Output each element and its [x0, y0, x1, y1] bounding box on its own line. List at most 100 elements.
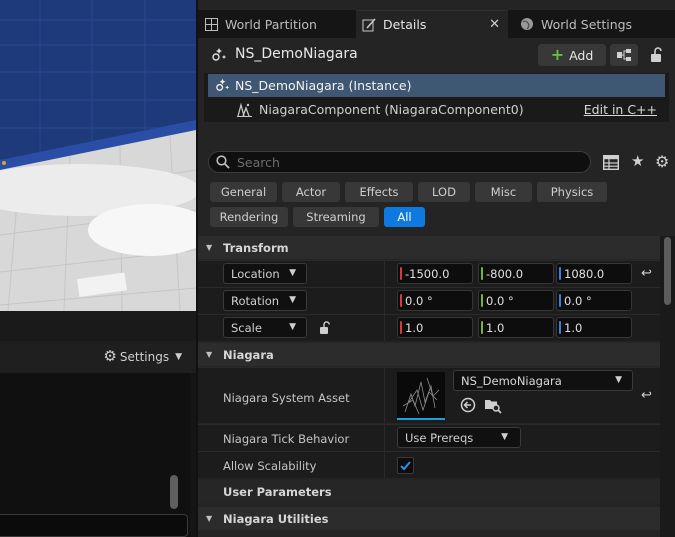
rotation-z-field[interactable]: 0.0 °	[556, 290, 632, 311]
details-search[interactable]	[208, 151, 591, 173]
niagara-system-icon	[216, 78, 230, 91]
search-input[interactable]	[237, 154, 577, 170]
add-label: Add	[569, 47, 594, 63]
section-transform[interactable]: ▼ Transform	[198, 236, 660, 259]
property-row-tick-behavior: Niagara Tick Behavior Use Prereqs ▼	[198, 424, 660, 451]
scale-mode-dropdown[interactable]: Scale ▼	[223, 317, 307, 338]
reset-to-default-icon[interactable]: ↩	[641, 388, 652, 403]
category-all[interactable]: All	[384, 207, 425, 227]
category-effects[interactable]: Effects	[345, 182, 413, 202]
gear-icon[interactable]: ⚙	[655, 152, 669, 171]
tab-details[interactable]: Details ✕	[356, 10, 508, 38]
category-general[interactable]: General	[210, 182, 277, 202]
details-scrollbar-thumb[interactable]	[664, 237, 671, 305]
property-row-allow-scalability: Allow Scalability	[198, 451, 660, 478]
chevron-down-icon: ▼	[289, 322, 296, 332]
left-panel-input[interactable]	[0, 514, 188, 537]
section-niagara-utilities[interactable]: ▼ Niagara Utilities	[198, 507, 660, 530]
property-row-location: Location ▼ -1500.0 -800.0 1080.0 ↩	[198, 260, 660, 287]
category-actor[interactable]: Actor	[282, 182, 340, 202]
browse-asset-icon[interactable]	[484, 396, 502, 414]
scale-y-field[interactable]: 1.0	[478, 317, 554, 338]
component-item-niagara[interactable]: NiagaraComponent (NiagaraComponent0) Edi…	[208, 98, 665, 121]
column-divider	[384, 452, 385, 478]
component-item-instance[interactable]: NS_DemoNiagara (Instance)	[208, 74, 665, 97]
location-z-field[interactable]: 1080.0	[556, 263, 632, 284]
allow-scalability-checkbox[interactable]	[397, 457, 414, 474]
blueprint-icon	[617, 49, 631, 61]
unlock-icon[interactable]	[318, 320, 332, 335]
allow-scalability-label: Allow Scalability	[223, 459, 317, 473]
column-divider	[384, 261, 385, 287]
component-label: NS_DemoNiagara (Instance)	[235, 78, 412, 93]
tab-label: World Partition	[225, 16, 317, 32]
rotation-y-field[interactable]: 0.0 °	[478, 290, 554, 311]
property-row-rotation: Rotation ▼ 0.0 ° 0.0 ° 0.0 °	[198, 287, 660, 314]
rotation-mode-dropdown[interactable]: Rotation ▼	[223, 290, 307, 311]
viewport-bottom-bar	[0, 311, 196, 341]
tick-behavior-label: Niagara Tick Behavior	[223, 432, 350, 446]
close-icon[interactable]: ✕	[489, 17, 500, 32]
column-divider	[384, 425, 385, 451]
plus-icon: +	[550, 45, 565, 64]
level-viewport[interactable]	[0, 0, 196, 311]
tab-label: World Settings	[541, 16, 633, 32]
star-icon[interactable]: ★	[631, 152, 644, 170]
category-streaming[interactable]: Streaming	[293, 207, 379, 227]
actor-header: NS_DemoNiagara + Add	[198, 40, 675, 70]
tab-world-settings[interactable]: World Settings	[514, 10, 674, 38]
actor-name[interactable]: NS_DemoNiagara	[235, 46, 358, 62]
chevron-down-icon: ▼	[501, 432, 508, 442]
viewport-scene	[0, 0, 196, 311]
scale-label: Scale	[231, 320, 262, 335]
edit-in-cpp-link[interactable]: Edit in C++	[584, 102, 657, 117]
left-panel-settings-label: Settings	[119, 349, 170, 364]
checkmark-icon	[400, 461, 411, 471]
tab-label: Details	[383, 17, 427, 32]
lock-selection-button[interactable]	[646, 45, 668, 65]
property-row-system-asset: Niagara System Asset NS_DemoNiagara ▼ ↩	[198, 367, 660, 423]
asset-thumbnail[interactable]	[397, 372, 445, 420]
property-grid: ▼ Transform Location ▼ -1500.0 -800.0 10…	[198, 236, 660, 537]
category-lod[interactable]: LOD	[418, 182, 470, 202]
left-panel-settings-button[interactable]: ⚙ Settings ▼	[103, 349, 182, 364]
add-component-button[interactable]: + Add	[538, 44, 606, 66]
scale-x-field[interactable]: 1.0	[397, 317, 473, 338]
tick-behavior-dropdown[interactable]: Use Prereqs ▼	[397, 427, 521, 448]
property-matrix-icon[interactable]	[603, 155, 619, 170]
system-asset-label: Niagara System Asset	[223, 391, 350, 405]
category-rendering[interactable]: Rendering	[210, 207, 288, 227]
left-panel-header: ⚙ Settings ▼	[0, 341, 196, 373]
location-y-field[interactable]: -800.0	[478, 263, 554, 284]
tab-bar: World Partition Details ✕ World Settings	[198, 10, 675, 38]
location-label: Location	[231, 266, 280, 281]
component-label: NiagaraComponent (NiagaraComponent0)	[259, 102, 524, 117]
system-asset-value: NS_DemoNiagara	[461, 373, 562, 388]
niagara-particles-preview	[402, 377, 440, 415]
tab-world-partition[interactable]: World Partition	[198, 10, 354, 38]
column-divider	[384, 288, 385, 314]
blueprint-options-button[interactable]	[610, 44, 638, 66]
category-physics[interactable]: Physics	[537, 182, 607, 202]
left-panel-scrollbar[interactable]	[170, 475, 178, 509]
category-misc[interactable]: Misc	[475, 182, 532, 202]
section-niagara[interactable]: ▼ Niagara	[198, 343, 660, 366]
chevron-down-icon: ▼	[289, 295, 296, 305]
location-x-field[interactable]: -1500.0	[397, 263, 473, 284]
column-divider	[384, 315, 385, 341]
chevron-down-icon: ▼	[615, 375, 622, 385]
search-icon	[216, 155, 230, 169]
gear-icon: ⚙	[103, 347, 117, 365]
section-title: Niagara Utilities	[223, 511, 329, 526]
details-pencil-icon	[362, 17, 376, 32]
property-row-scale: Scale ▼ 1.0 1.0 1.0	[198, 314, 660, 341]
chevron-down-icon: ▼	[289, 268, 296, 278]
scale-z-field[interactable]: 1.0	[556, 317, 632, 338]
rotation-x-field[interactable]: 0.0 °	[397, 290, 473, 311]
location-mode-dropdown[interactable]: Location ▼	[223, 263, 307, 284]
reset-to-default-icon[interactable]: ↩	[641, 266, 652, 281]
section-user-parameters[interactable]: User Parameters	[198, 480, 660, 503]
use-selected-asset-icon[interactable]	[460, 397, 476, 413]
system-asset-dropdown[interactable]: NS_DemoNiagara ▼	[453, 370, 633, 391]
section-title: Niagara	[223, 347, 274, 362]
